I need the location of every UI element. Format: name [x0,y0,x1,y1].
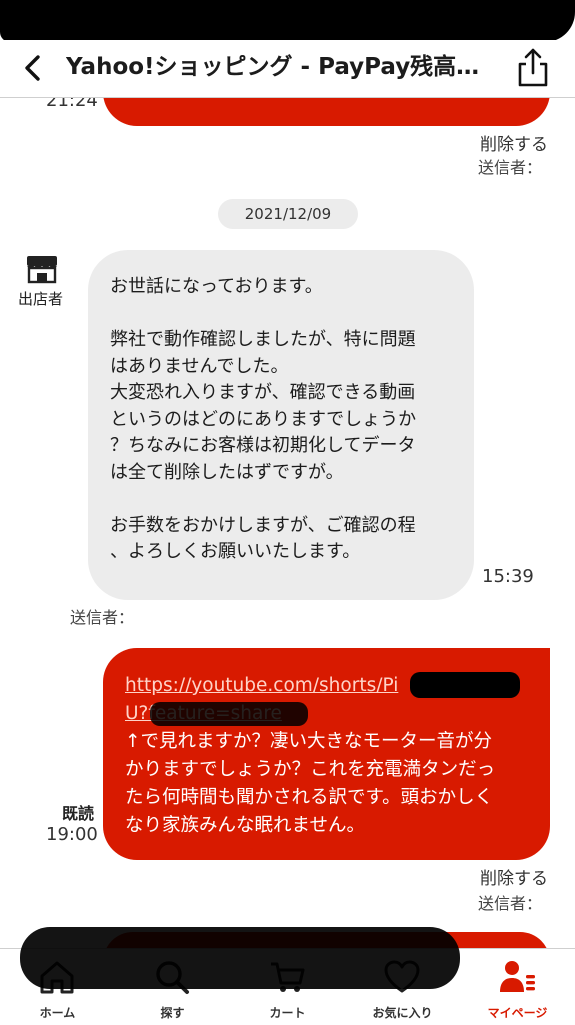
delete-link[interactable]: 削除する [480,130,548,155]
redacted-link-part [150,702,308,726]
previous-message-bubble [103,98,550,126]
message-thread[interactable]: 21:24 削除する 送信者： 2021/12/09 出店者 お世話になっており… [0,98,575,948]
status-bar [0,0,575,42]
outgoing-message-time: 19:00 [46,824,98,845]
read-receipt: 既読 [62,804,95,823]
message-line: お手数をおかけしますが、ご確認の程 [110,514,416,536]
tab-label: カート [269,1006,306,1020]
person-icon [500,961,535,992]
message-line: ？ちなみにお客様は初期化してデータ [110,435,416,456]
tab-bar: ホーム 探す カート お気に入り マイページ [0,927,575,1025]
message-line: 、よろしくお願いいたします。 [110,541,361,562]
youtube-link[interactable]: https://youtube.com/shorts/Pi [125,675,398,696]
sender-label: 送信者： [478,158,543,177]
date-separator: 2021/12/09 [218,199,358,229]
redacted-status-bar [0,0,575,42]
tab-mypage[interactable]: マイページ [460,949,575,1025]
sender-label: 送信者： [478,894,543,913]
incoming-message-bubble: お世話になっております。 弊社で動作確認しましたが、特に問題 はありませんでした… [88,250,474,600]
redacted-area [20,927,460,989]
message-line: かりますでしょうか？これを充電満タンだっ [125,759,496,780]
message-line: たら何時間も聞かされる訳です。頭おかしく [125,787,494,808]
nav-header: Yahoo!ショッピング - PayPay残高… [0,40,575,98]
tab-label: マイページ [487,1006,548,1020]
message-line: は全て削除したはずですが。 [110,461,344,483]
sender-label: 送信者： [70,608,135,627]
store-icon [27,256,57,284]
store-label: 出店者 [18,290,64,308]
message-line: 弊社で動作確認しましたが、特に問題 [110,329,416,350]
incoming-message-time: 15:39 [482,566,534,587]
message-line: というのはどのにありますでしょうか [110,408,417,430]
back-chevron-icon[interactable] [18,52,50,84]
previous-message-time: 21:24 [46,98,98,111]
page-title: Yahoo!ショッピング - PayPay残高… [66,54,480,80]
delete-link[interactable]: 削除する [480,864,548,889]
message-line: 大変恐れ入りますが、確認できる動画 [110,382,416,403]
message-line: はありませんでした。 [110,355,289,377]
message-line: ↑で見れますか？凄い大きなモーター音が分 [125,731,493,752]
message-line: なり家族みんな眠れません。 [125,815,365,836]
share-icon[interactable] [514,46,552,88]
tab-label: お気に入り [372,1006,433,1020]
tab-label: 探す [160,1006,185,1020]
redacted-link-part [410,672,520,698]
message-line: お世話になっております。 [110,276,323,297]
tab-label: ホーム [39,1006,76,1020]
